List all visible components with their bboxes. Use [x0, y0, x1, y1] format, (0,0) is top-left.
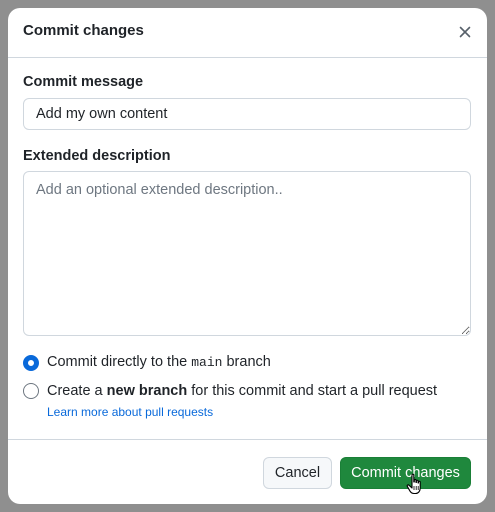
close-button[interactable] [453, 20, 477, 44]
commit-dialog: Commit changes Commit message Extended d… [8, 8, 487, 504]
branch-name: main [191, 355, 223, 370]
commit-changes-button[interactable]: Commit changes [340, 457, 471, 489]
new-branch-radio[interactable] [23, 383, 39, 399]
commit-direct-radio[interactable] [23, 354, 39, 371]
new-branch-option[interactable]: Create a new branch for this commit and … [23, 382, 437, 400]
learn-more-link[interactable]: Learn more about pull requests [47, 405, 213, 419]
commit-message-input[interactable] [23, 98, 471, 130]
commit-direct-option[interactable]: Commit directly to the main branch [23, 353, 271, 372]
dialog-title: Commit changes [23, 22, 144, 39]
dialog-footer: Cancel Commit changes [8, 439, 487, 504]
commit-direct-label: Commit directly to the main branch [47, 354, 271, 370]
new-branch-label: Create a new branch for this commit and … [47, 383, 438, 399]
extended-description-label: Extended description [23, 148, 171, 164]
cancel-button[interactable]: Cancel [263, 457, 332, 489]
commit-message-label: Commit message [23, 74, 144, 90]
dialog-header: Commit changes [8, 8, 487, 58]
extended-description-textarea[interactable] [23, 171, 471, 336]
close-icon [459, 26, 471, 38]
